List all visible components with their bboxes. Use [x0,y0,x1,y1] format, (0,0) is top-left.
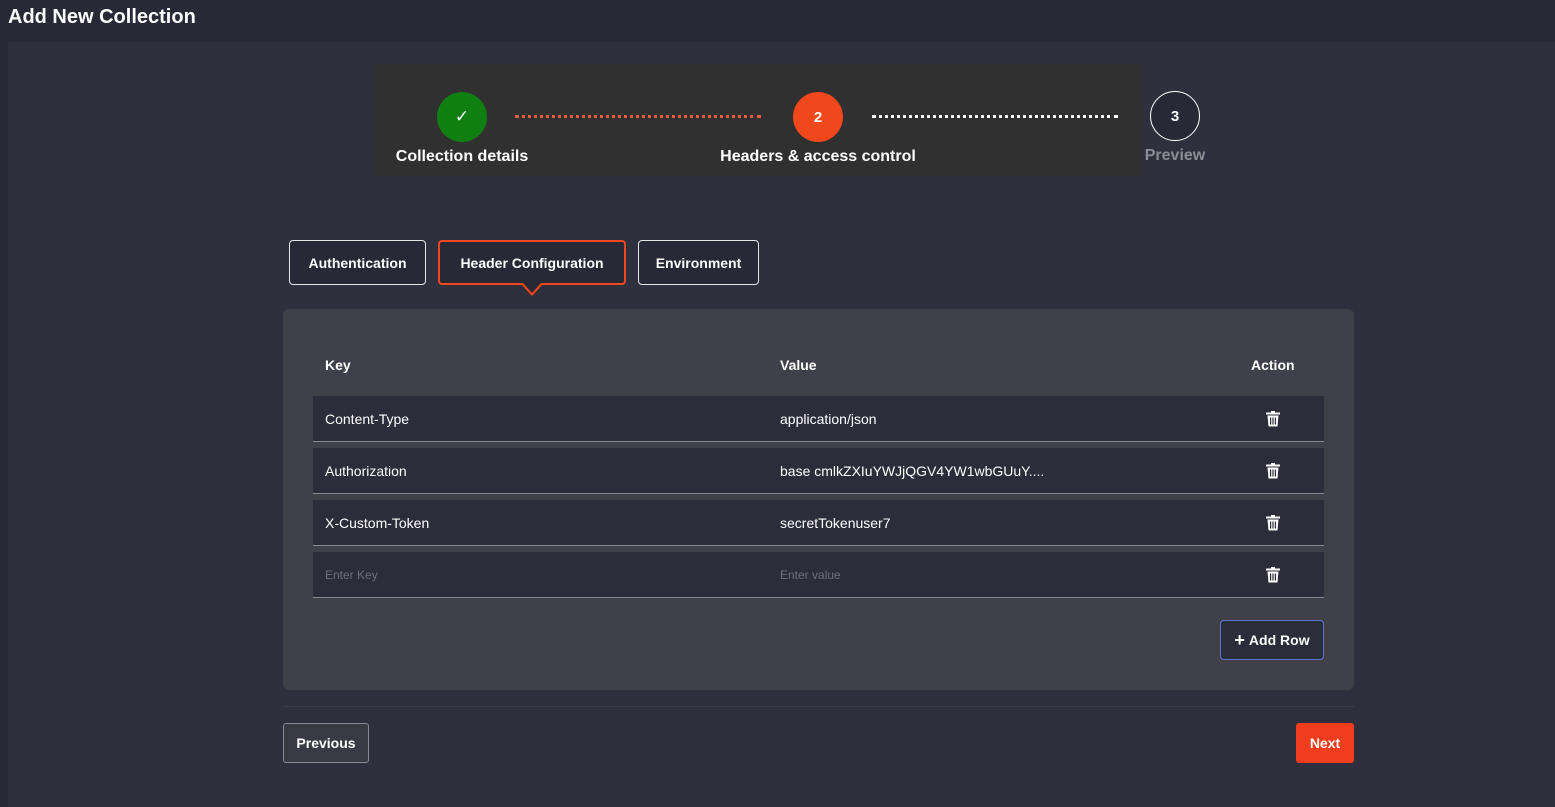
tab-authentication[interactable]: Authentication [289,240,426,285]
step-1-check-icon: ✓ [437,92,487,142]
header-key-cell[interactable]: X-Custom-Token [325,500,765,545]
trash-icon[interactable] [1266,515,1280,531]
table-row: Content-Type application/json [313,396,1324,442]
trash-icon[interactable] [1266,463,1280,479]
step-connector-pending [872,115,1118,118]
step-1-label: Collection details [395,148,529,165]
header-value-cell[interactable]: base cmlkZXIuYWJjQGV4YW1wbGUuY.... [780,448,1070,493]
column-header-value: Value [780,357,817,373]
step-3-indicator: 3 [1150,91,1200,141]
footer-divider [283,706,1354,707]
step-3-label: Preview [1144,147,1206,164]
table-row: Authorization base cmlkZXIuYWJjQGV4YW1wb… [313,448,1324,494]
table-row: X-Custom-Token secretTokenuser7 [313,500,1324,546]
tab-environment[interactable]: Environment [638,240,759,285]
column-header-key: Key [325,357,351,373]
step-2-indicator: 2 [793,92,843,142]
trash-icon[interactable] [1266,411,1280,427]
step-connector-completed [515,115,761,118]
table-row-new [313,552,1324,598]
previous-button[interactable]: Previous [283,723,369,763]
column-header-action: Action [1251,357,1295,373]
new-value-cell [780,552,1070,597]
header-key-cell[interactable]: Authorization [325,448,765,493]
next-button[interactable]: Next [1296,723,1354,763]
step-2-label: Headers & access control [720,148,916,165]
new-key-cell [325,552,765,597]
trash-icon[interactable] [1266,567,1280,583]
add-row-button[interactable]: + Add Row [1220,620,1324,660]
value-input[interactable] [780,567,1070,582]
header-value-cell[interactable]: secretTokenuser7 [780,500,1070,545]
header-value-cell[interactable]: application/json [780,396,1070,441]
header-key-cell[interactable]: Content-Type [325,396,765,441]
page-title: Add New Collection [8,6,196,28]
key-input[interactable] [325,567,765,582]
table-header [313,347,1324,387]
tab-header-configuration[interactable]: Header Configuration [438,240,626,285]
add-row-label: Add Row [1248,632,1310,648]
plus-icon: + [1234,630,1245,650]
active-tab-pointer-inner [523,283,541,293]
